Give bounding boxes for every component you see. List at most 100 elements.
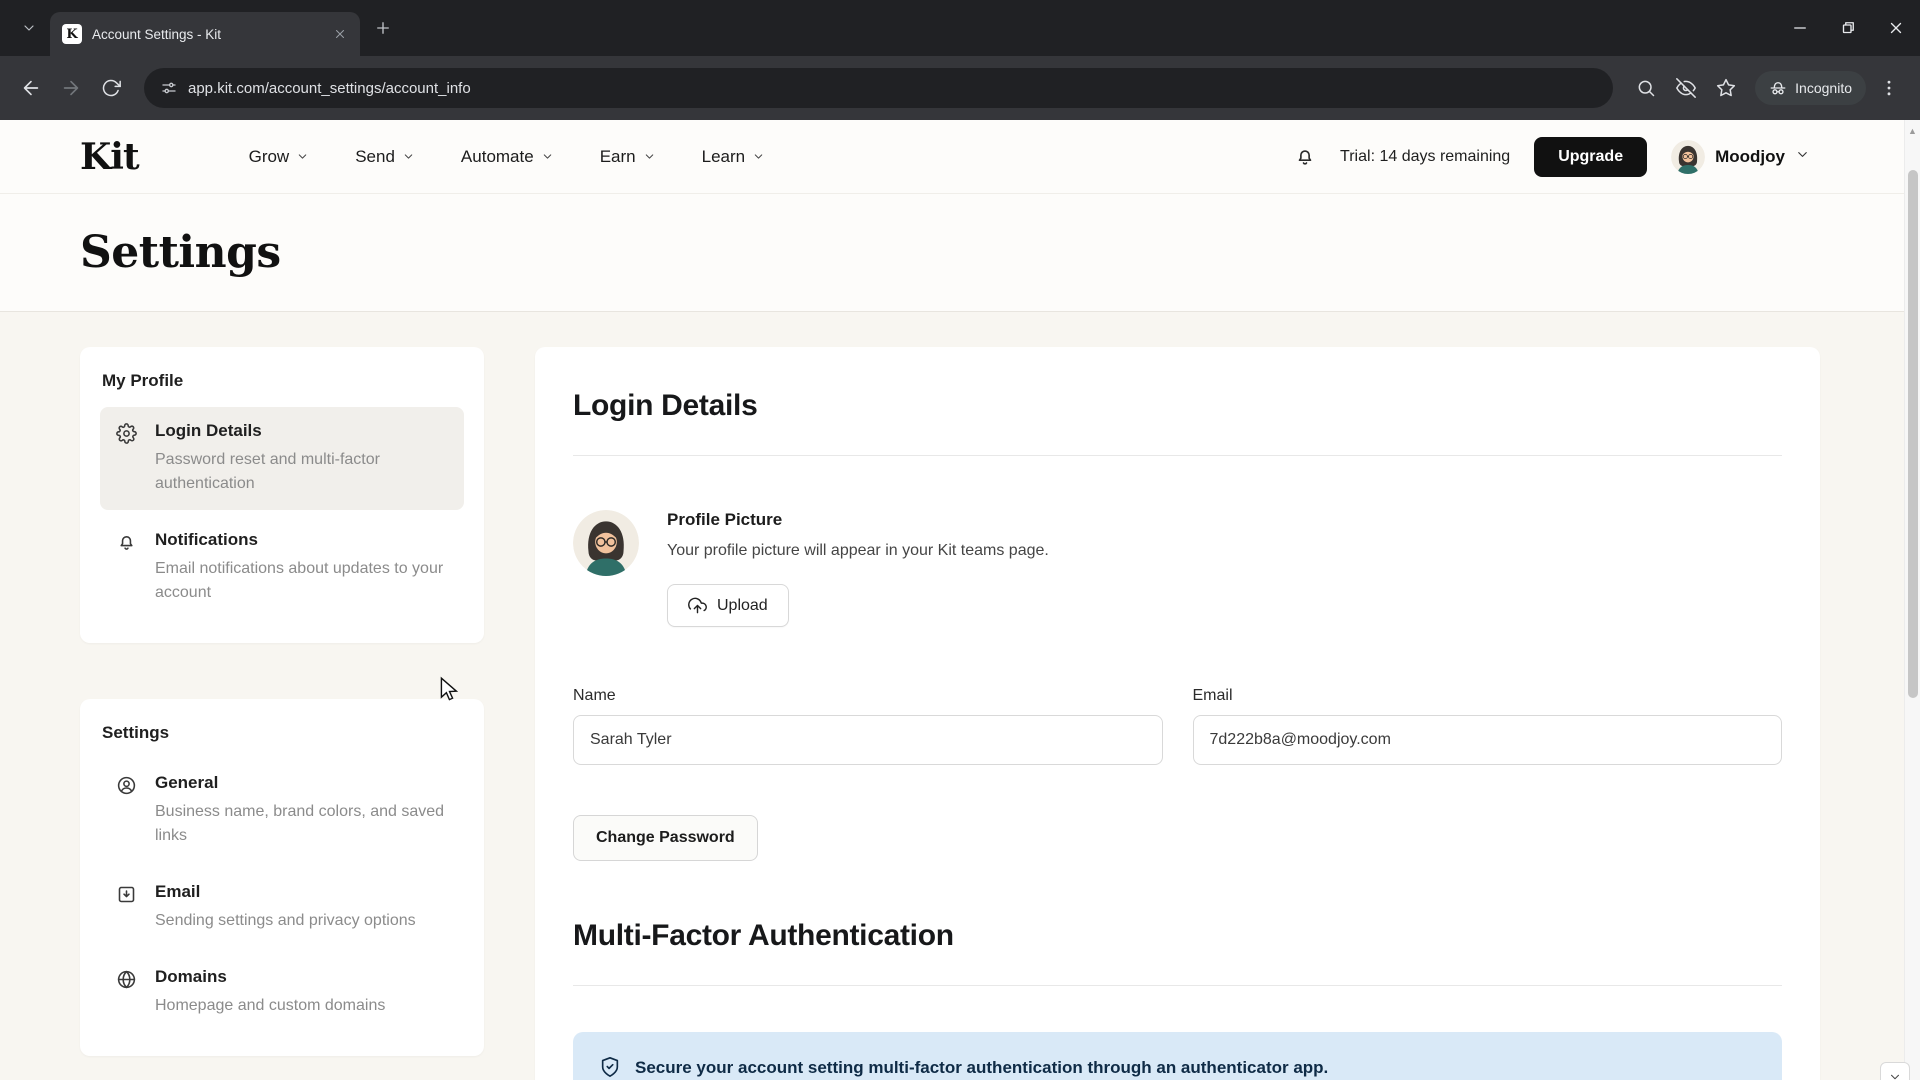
zoom-button[interactable]	[1629, 71, 1663, 105]
chevron-down-icon	[296, 150, 309, 163]
incognito-label: Incognito	[1795, 80, 1852, 96]
sidebar-item-login-details[interactable]: Login Details Password reset and multi-f…	[100, 407, 464, 510]
chevron-down-icon	[1888, 1070, 1902, 1080]
site-info-icon[interactable]	[160, 79, 178, 97]
window-controls	[1776, 0, 1920, 56]
gear-icon	[116, 423, 137, 496]
kit-logo[interactable]: Kit	[80, 136, 139, 178]
plus-icon	[374, 19, 392, 37]
tab-title: Account Settings - Kit	[92, 27, 330, 42]
sidebar-item-notifications[interactable]: Notifications Email notifications about …	[100, 516, 464, 619]
sidebar-item-title: Domains	[155, 967, 385, 987]
page-title: Settings	[80, 227, 281, 278]
tab-search-button[interactable]	[14, 13, 44, 43]
reload-button[interactable]	[94, 71, 128, 105]
nav-item-send[interactable]: Send	[355, 147, 415, 167]
section-title: Login Details	[573, 389, 1782, 423]
login-fields: Name Email	[573, 687, 1782, 765]
chevron-down-icon	[541, 150, 554, 163]
restore-icon	[1839, 19, 1857, 37]
sidebar-item-description: Homepage and custom domains	[155, 994, 385, 1018]
back-button[interactable]	[14, 71, 48, 105]
forward-button[interactable]	[54, 71, 88, 105]
user-circle-icon	[116, 775, 137, 848]
kit-favicon: K	[62, 24, 82, 44]
search-icon	[1636, 78, 1656, 98]
sidebar-item-description: Business name, brand colors, and saved l…	[155, 800, 448, 848]
sidebar-item-title: General	[155, 773, 448, 793]
sidebar-section-label: Settings	[100, 723, 464, 743]
sidebar-card-settings: Settings General Business name, brand co…	[80, 699, 484, 1056]
title-band: Settings	[0, 194, 1920, 312]
browser-menu-button[interactable]	[1872, 71, 1906, 105]
incognito-badge: Incognito	[1755, 71, 1866, 105]
login-details-panel: Login Details Profile Picture Your profi…	[535, 347, 1820, 1080]
star-icon	[1716, 78, 1736, 98]
change-password-button[interactable]: Change Password	[573, 815, 758, 861]
sidebar-item-general[interactable]: General Business name, brand colors, and…	[100, 759, 464, 862]
window-minimize-button[interactable]	[1776, 0, 1824, 56]
bell-icon	[1294, 146, 1316, 168]
sidebar-item-email[interactable]: Email Sending settings and privacy optio…	[100, 868, 464, 947]
chevron-down-icon	[643, 150, 656, 163]
scroll-down-widget[interactable]	[1880, 1062, 1910, 1080]
sidebar-section-label: My Profile	[100, 371, 464, 391]
sidebar-item-title: Login Details	[155, 421, 448, 441]
scrollbar-thumb[interactable]	[1908, 170, 1918, 698]
browser-tab[interactable]: K Account Settings - Kit	[50, 12, 360, 56]
back-arrow-icon	[20, 77, 42, 99]
upload-button[interactable]: Upload	[667, 584, 789, 627]
forward-arrow-icon	[60, 77, 82, 99]
chevron-down-icon	[752, 150, 765, 163]
chevron-down-icon	[21, 20, 37, 36]
cloud-upload-icon	[688, 596, 707, 615]
trial-text: Trial: 14 days remaining	[1340, 148, 1510, 166]
scrollbar-up-arrow[interactable]: ▲	[1905, 126, 1920, 136]
tracking-protection-button[interactable]	[1669, 71, 1703, 105]
minimize-icon	[1791, 19, 1809, 37]
profile-picture-section: Profile Picture Your profile picture wil…	[573, 510, 1782, 627]
reload-icon	[101, 78, 121, 98]
email-input[interactable]	[1193, 715, 1783, 765]
window-restore-button[interactable]	[1824, 0, 1872, 56]
bookmark-button[interactable]	[1709, 71, 1743, 105]
name-field-group: Name	[573, 687, 1163, 765]
nav-item-grow[interactable]: Grow	[249, 147, 310, 167]
close-icon	[1887, 19, 1905, 37]
url-bar[interactable]: app.kit.com/account_settings/account_inf…	[144, 68, 1613, 108]
url-text: app.kit.com/account_settings/account_inf…	[188, 80, 471, 97]
sidebar-item-description: Sending settings and privacy options	[155, 909, 416, 933]
settings-sidebar: My Profile Login Details Password reset …	[80, 347, 484, 1056]
kebab-menu-icon	[1879, 78, 1899, 98]
email-label: Email	[1193, 687, 1783, 705]
account-name: Moodjoy	[1715, 147, 1785, 167]
sidebar-item-title: Email	[155, 882, 416, 902]
globe-icon	[116, 969, 137, 1018]
window-close-button[interactable]	[1872, 0, 1920, 56]
notifications-button[interactable]	[1294, 146, 1316, 168]
profile-picture-label: Profile Picture	[667, 510, 1049, 530]
incognito-icon	[1769, 79, 1787, 97]
eye-off-icon	[1676, 78, 1696, 98]
shield-icon	[599, 1056, 621, 1078]
profile-picture-description: Your profile picture will appear in your…	[667, 542, 1049, 560]
chevron-down-icon	[402, 150, 415, 163]
upgrade-button[interactable]: Upgrade	[1534, 137, 1647, 177]
name-input[interactable]	[573, 715, 1163, 765]
page-scrollbar[interactable]: ▲	[1904, 120, 1920, 1080]
divider	[573, 985, 1782, 986]
nav-item-automate[interactable]: Automate	[461, 147, 554, 167]
sidebar-card-my-profile: My Profile Login Details Password reset …	[80, 347, 484, 643]
nav-item-earn[interactable]: Earn	[600, 147, 656, 167]
new-tab-button[interactable]	[368, 13, 398, 43]
mfa-banner: Secure your account setting multi-factor…	[573, 1032, 1782, 1080]
sidebar-item-domains[interactable]: Domains Homepage and custom domains	[100, 953, 464, 1032]
nav-item-learn[interactable]: Learn	[702, 147, 765, 167]
main-nav: Grow Send Automate Earn Learn	[249, 147, 766, 167]
account-menu[interactable]: Moodjoy	[1671, 140, 1810, 174]
browser-tabstrip: K Account Settings - Kit	[0, 0, 1920, 56]
tab-close-icon[interactable]	[330, 24, 350, 44]
chevron-down-icon	[1795, 147, 1810, 167]
sidebar-item-description: Email notifications about updates to you…	[155, 557, 448, 605]
content: My Profile Login Details Password reset …	[0, 312, 1920, 1080]
